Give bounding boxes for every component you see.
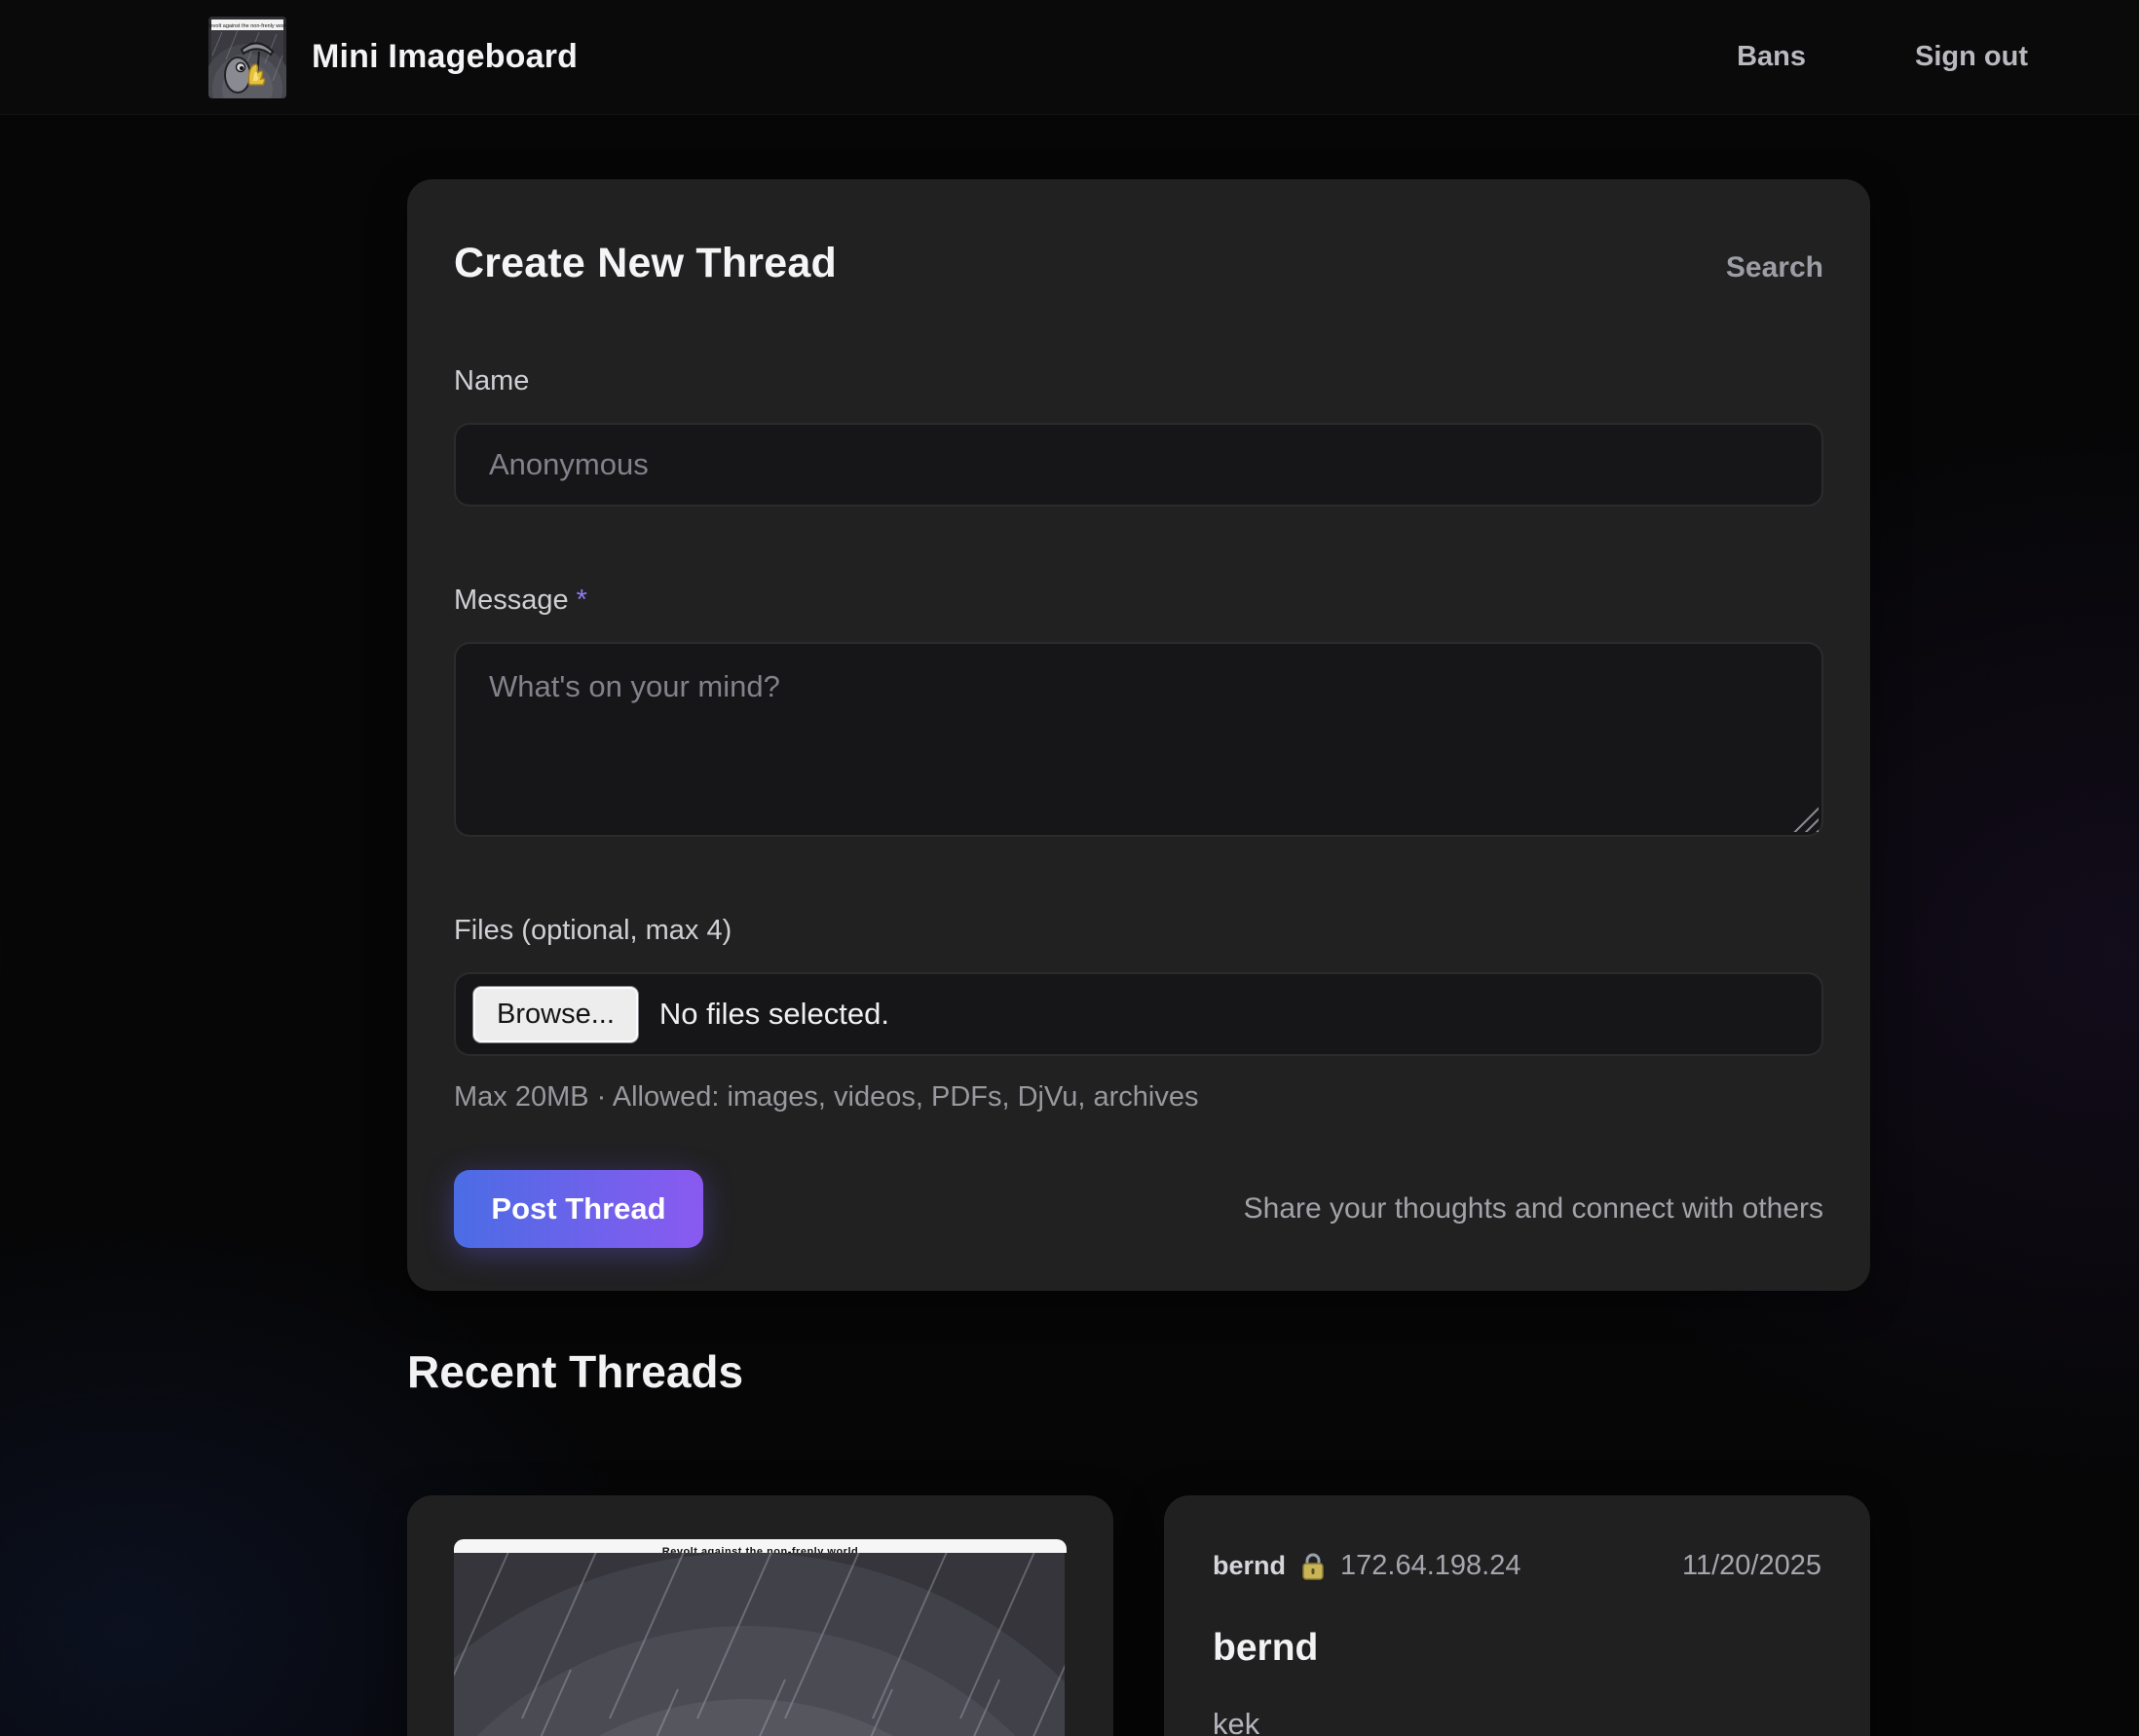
create-thread-card: Create New Thread Search Name Message* F…: [407, 179, 1870, 1291]
nav-signout-link[interactable]: Sign out: [1915, 41, 2028, 73]
thread-ip: 172.64.198.24: [1340, 1550, 1520, 1582]
post-thread-button[interactable]: Post Thread: [454, 1170, 703, 1248]
recent-threads-title: Recent Threads: [407, 1345, 1870, 1398]
search-link[interactable]: Search: [1726, 251, 1823, 284]
comic-banner-text: Revolt against the non-frenly world: [454, 1539, 1067, 1553]
thread-message: kek: [1213, 1707, 1821, 1736]
file-status-text: No files selected.: [659, 997, 889, 1032]
thread-author: bernd: [1213, 1551, 1286, 1581]
required-asterisk: *: [577, 585, 587, 616]
message-field-wrap: [454, 642, 1823, 837]
message-label: Message*: [454, 585, 1823, 617]
thread-grid: Revolt against the non-frenly world: [407, 1495, 1870, 1736]
pepe-umbrella-rain-image: [454, 1553, 1065, 1736]
app-title: Mini Imageboard: [312, 38, 578, 76]
lock-icon: [1301, 1552, 1325, 1581]
browse-button[interactable]: Browse...: [473, 987, 638, 1042]
main-column: Create New Thread Search Name Message* F…: [407, 179, 1870, 1736]
thread-date: 11/20/2025: [1682, 1550, 1821, 1582]
logo-banner-text: Revolt against the non-frenly world: [208, 23, 286, 29]
thread-image[interactable]: Revolt against the non-frenly world: [454, 1539, 1067, 1736]
logo-image: Revolt against the non-frenly world: [208, 17, 286, 98]
message-textarea[interactable]: [454, 642, 1823, 837]
create-thread-title: Create New Thread: [454, 240, 837, 287]
nav-bans-link[interactable]: Bans: [1737, 41, 1806, 73]
files-label: Files (optional, max 4): [454, 915, 1823, 947]
thread-card-image[interactable]: Revolt against the non-frenly world: [407, 1495, 1113, 1736]
thread-title: bernd: [1213, 1627, 1821, 1670]
top-nav: Bans Sign out: [1737, 41, 2028, 73]
name-label: Name: [454, 365, 1823, 397]
file-input[interactable]: Browse... No files selected.: [454, 972, 1823, 1056]
name-input[interactable]: [454, 423, 1823, 507]
thread-card-bernd[interactable]: bernd 172.64.198.24 11/20/2025 bernd kek: [1164, 1495, 1870, 1736]
top-header: Revolt against the non-frenly world Mini…: [0, 0, 2139, 115]
site-logo-link[interactable]: Revolt against the non-frenly world: [208, 17, 286, 98]
thread-meta-row: bernd 172.64.198.24 11/20/2025: [1213, 1550, 1821, 1582]
tagline-text: Share your thoughts and connect with oth…: [1244, 1192, 1823, 1226]
file-hint-text: Max 20MB · Allowed: images, videos, PDFs…: [454, 1081, 1823, 1113]
